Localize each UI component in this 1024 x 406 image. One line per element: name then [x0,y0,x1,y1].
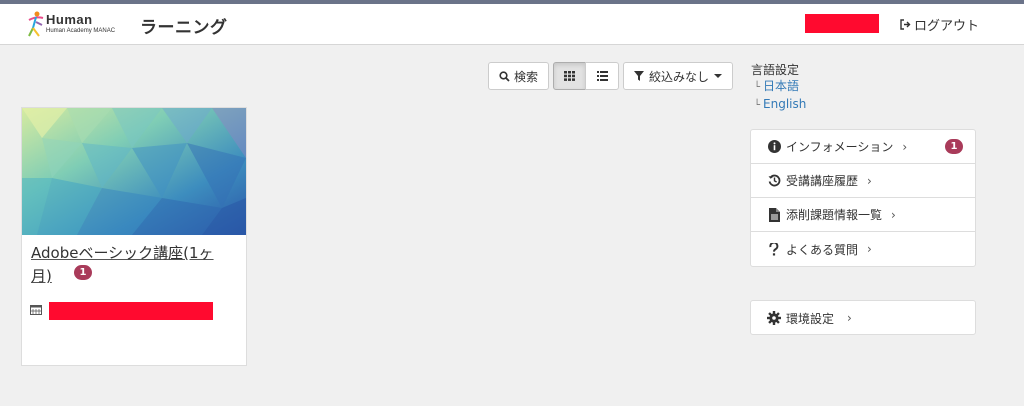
question-icon [767,242,781,256]
calendar-icon [30,305,42,315]
side-menu: インフォメーション › 1 受講講座履歴 › 添削課題情報一覧 › よくある質問… [750,129,976,267]
menu-item-information[interactable]: インフォメーション › 1 [751,130,975,164]
course-card[interactable]: Adobeベーシック講座(1ヶ月) [21,107,247,366]
brand-logo[interactable]: Human Human Academy MANAC [26,10,126,40]
course-thumbnail-image [22,108,246,235]
course-period-redacted [49,302,213,320]
chevron-right-icon: › [867,173,872,188]
grid-icon [564,71,575,81]
gear-icon [767,311,781,325]
filter-icon [633,71,644,81]
menu-item-label: インフォメーション [786,140,894,154]
course-thumbnail[interactable] [22,108,246,235]
app-title: ラーニング [140,18,228,38]
logo-subtext: Human Academy MANAC [46,28,116,34]
search-button[interactable]: 検索 [488,62,549,90]
language-settings-title: 言語設定 [751,63,800,77]
filter-dropdown[interactable]: 絞込みなし [623,62,733,90]
menu-item-label: 環境設定 [786,311,835,326]
course-title-link[interactable]: Adobeベーシック講座(1ヶ月) [31,242,231,288]
language-option-japanese[interactable]: └ 日本語 [751,78,806,96]
chevron-right-icon: › [891,207,896,222]
settings-menu: 環境設定 › [750,300,976,335]
menu-item-label: 添削課題情報一覧 [786,208,883,222]
language-option-label: 日本語 [763,79,800,93]
menu-item-settings[interactable]: 環境設定 › [751,301,975,335]
search-label: 検索 [513,69,538,84]
logo-mark-icon [28,11,44,37]
logo-text: Human [46,12,93,27]
menu-item-assignments[interactable]: 添削課題情報一覧 › [751,198,975,232]
chevron-down-icon [714,74,722,78]
filter-label: 絞込みなし [648,69,709,84]
menu-item-label: よくある質問 [786,242,859,257]
information-count-badge: 1 [945,139,963,154]
tree-branch-icon: └ [754,100,761,111]
header: Human Human Academy MANAC ラーニング ログアウト [0,4,1024,45]
history-icon [767,174,781,188]
menu-item-course-history[interactable]: 受講講座履歴 › [751,164,975,198]
language-option-label: English [763,97,807,111]
logout-label: ログアウト [914,19,980,34]
chevron-right-icon: › [867,242,872,256]
logout-link[interactable]: ログアウト [900,15,979,34]
chevron-right-icon: › [847,311,852,325]
language-settings: 言語設定 └ 日本語 └ English [751,62,806,114]
list-icon [596,71,608,81]
menu-item-label: 受講講座履歴 [786,174,859,188]
search-icon [499,70,510,82]
user-name-redacted [805,14,879,33]
sign-out-icon [900,19,911,30]
list-view-button[interactable] [585,62,619,90]
course-notification-badge: 1 [74,265,92,280]
tree-branch-icon: └ [754,82,761,93]
document-icon [767,207,781,222]
language-option-english[interactable]: └ English [751,96,806,114]
info-icon [767,140,781,154]
chevron-right-icon: › [902,139,908,154]
menu-item-faq[interactable]: よくある質問 › [751,232,975,266]
grid-view-button[interactable] [553,62,586,90]
